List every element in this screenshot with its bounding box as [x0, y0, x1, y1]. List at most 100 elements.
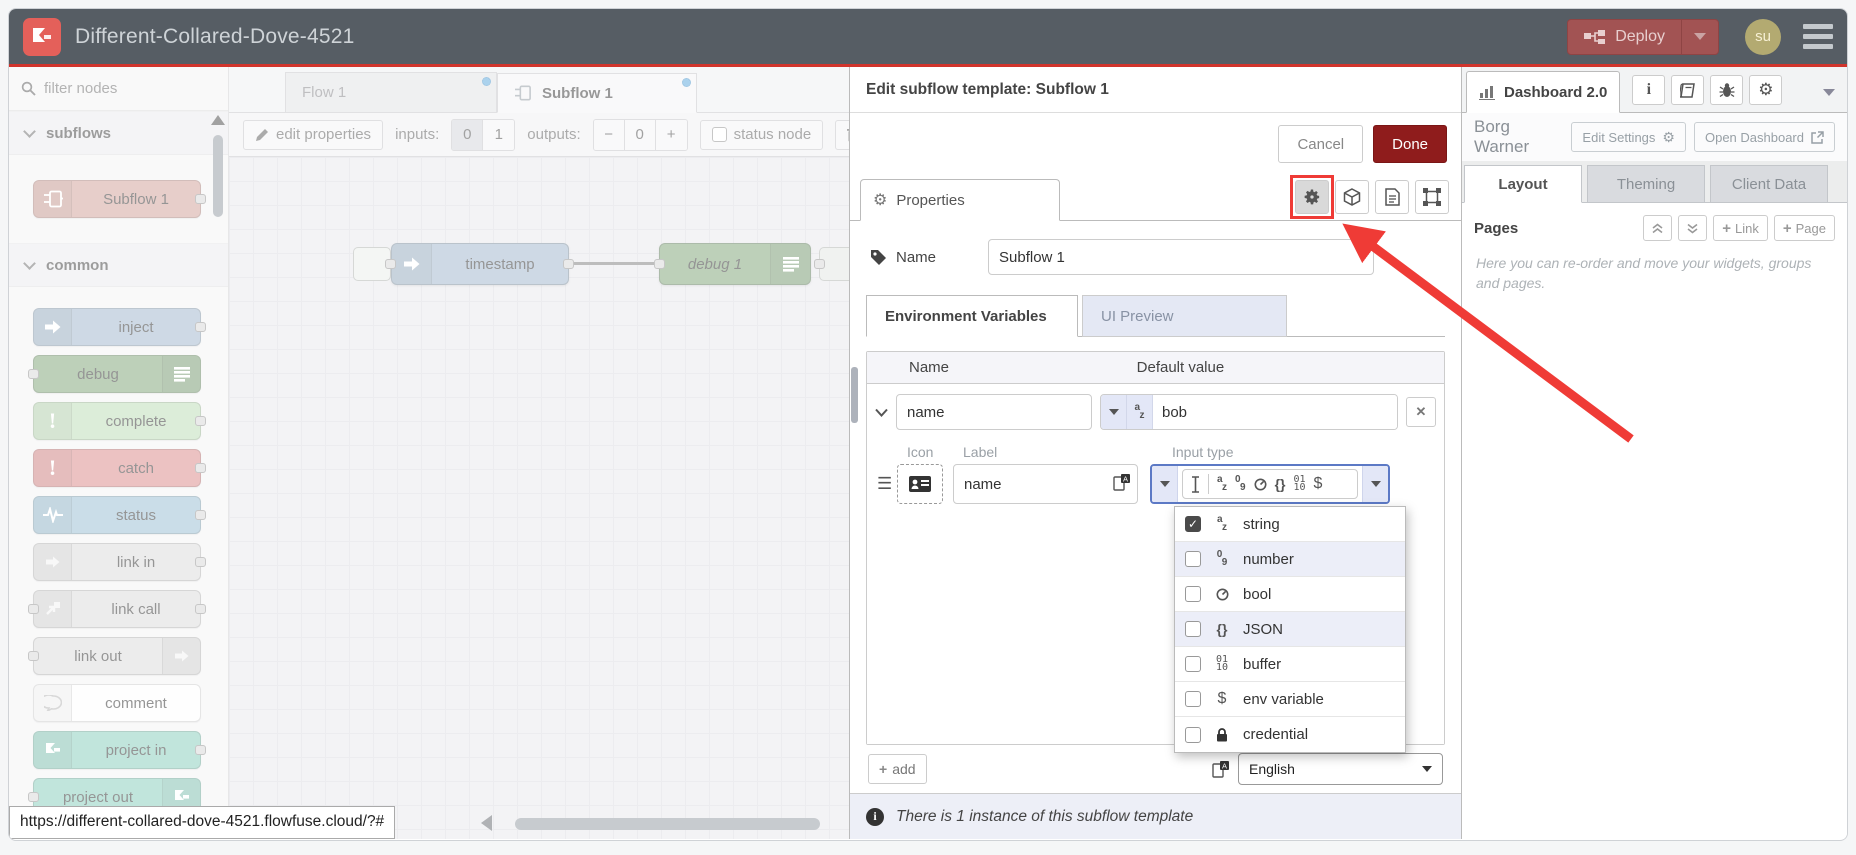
add-link-button[interactable]: + Link	[1713, 215, 1768, 241]
open-dashboard-button[interactable]: Open Dashboard	[1693, 122, 1835, 152]
edit-properties-button[interactable]: edit properties	[243, 119, 384, 150]
tab-layout[interactable]: Layout	[1464, 165, 1582, 203]
palette-node-status[interactable]: status	[33, 496, 206, 534]
input-type-dropdown-right[interactable]	[1362, 466, 1388, 502]
description-button[interactable]	[1375, 180, 1409, 214]
palette-node-debug[interactable]: debug	[28, 355, 201, 393]
help-tab-button[interactable]	[1671, 75, 1705, 105]
palette-section-common[interactable]: common	[9, 243, 228, 287]
output-port[interactable]	[195, 745, 206, 755]
add-page-button[interactable]: + Page	[1773, 215, 1835, 241]
palette-section-subflows[interactable]: subflows	[9, 111, 228, 155]
scroll-left-icon[interactable]	[481, 815, 492, 831]
deploy-button[interactable]: Deploy	[1567, 18, 1719, 55]
palette-node-link-out[interactable]: link out	[28, 637, 201, 675]
delete-subflow-button[interactable]: delete subflow	[835, 119, 849, 150]
flow-canvas[interactable]: timestamp debug 1	[229, 157, 849, 839]
menu-item-env-variable[interactable]: $ env variable	[1175, 682, 1405, 717]
scrollbar-thumb[interactable]	[213, 135, 223, 217]
input-port[interactable]	[654, 259, 665, 269]
menu-item-string[interactable]: ✓ az string	[1175, 507, 1405, 542]
outputs-decrease-button[interactable]: −	[593, 119, 625, 150]
deploy-options-caret[interactable]	[1681, 19, 1718, 54]
output-port[interactable]	[195, 463, 206, 473]
menu-item-json[interactable]: {} JSON	[1175, 612, 1405, 647]
expand-all-button[interactable]	[1678, 215, 1708, 241]
output-port[interactable]	[195, 416, 206, 426]
palette-node-project-in[interactable]: project in	[33, 731, 206, 769]
subflow-name-input[interactable]	[988, 239, 1374, 275]
dialog-scrollbar-thumb[interactable]	[851, 367, 858, 423]
checkbox[interactable]	[1185, 691, 1201, 707]
collapse-all-button[interactable]	[1643, 215, 1673, 241]
output-port[interactable]	[563, 259, 574, 269]
output-port[interactable]	[195, 604, 206, 614]
inputs-option-1[interactable]: 1	[483, 119, 515, 150]
palette-node-inject[interactable]: inject	[33, 308, 206, 346]
checkbox[interactable]	[1185, 551, 1201, 567]
palette-node-subflow-1[interactable]: Subflow 1	[33, 180, 206, 218]
input-port[interactable]	[28, 604, 39, 614]
menu-item-credential[interactable]: credential	[1175, 717, 1405, 752]
output-port[interactable]	[195, 194, 206, 204]
tab-flow-1[interactable]: Flow 1	[285, 72, 497, 112]
palette-node-link-in[interactable]: link in	[33, 543, 206, 581]
debug-tab-button[interactable]	[1710, 75, 1744, 105]
output-port[interactable]	[195, 322, 206, 332]
palette-scrollbar[interactable]	[210, 115, 226, 835]
palette-search[interactable]	[9, 67, 228, 111]
input-port[interactable]	[28, 369, 39, 379]
add-env-var-button[interactable]: + add	[868, 754, 927, 784]
edit-settings-button[interactable]: Edit Settings ⚙	[1571, 122, 1686, 152]
status-node-checkbox[interactable]	[711, 127, 727, 142]
palette-node-link-call[interactable]: link call	[28, 590, 206, 628]
checkbox[interactable]	[1185, 656, 1201, 672]
choose-icon-button[interactable]	[897, 464, 943, 504]
value-type-dropdown-button[interactable]	[1101, 395, 1127, 429]
palette-node-complete[interactable]: ! complete	[33, 402, 206, 440]
checkbox[interactable]	[1185, 586, 1201, 602]
output-port[interactable]	[195, 510, 206, 520]
tab-properties[interactable]: ⚙ Properties	[860, 179, 1060, 221]
remove-row-button[interactable]: ✕	[1406, 397, 1436, 427]
user-avatar[interactable]: su	[1745, 18, 1781, 55]
tab-theming[interactable]: Theming	[1587, 165, 1705, 203]
horizontal-scrollbar-thumb[interactable]	[515, 818, 820, 830]
input-type-field[interactable]: az 09 {} 01 10 $	[1182, 469, 1358, 499]
input-port[interactable]	[28, 792, 39, 802]
info-tab-button[interactable]: i	[1632, 75, 1666, 105]
checkbox[interactable]	[1185, 621, 1201, 637]
menu-item-bool[interactable]: bool	[1175, 577, 1405, 612]
env-var-name-input[interactable]	[896, 394, 1092, 430]
tab-client-data[interactable]: Client Data	[1710, 165, 1828, 203]
output-port[interactable]	[385, 259, 396, 269]
menu-item-number[interactable]: 09 number	[1175, 542, 1405, 577]
sidebar-options-caret[interactable]	[1823, 89, 1835, 96]
canvas-node-debug-1[interactable]: debug 1	[654, 243, 811, 285]
scroll-up-icon[interactable]	[211, 115, 225, 125]
subflow-output-stub[interactable]	[814, 247, 849, 281]
settings-tab-button[interactable]: ⚙	[1749, 75, 1783, 105]
input-type-dropdown-left[interactable]	[1152, 466, 1178, 502]
palette-node-catch[interactable]: ! catch	[33, 449, 206, 487]
module-properties-button[interactable]	[1335, 180, 1369, 214]
env-var-label-input[interactable]	[953, 464, 1138, 504]
subflow-input-stub[interactable]	[353, 247, 396, 281]
checkbox-checked[interactable]: ✓	[1185, 516, 1201, 532]
checkbox[interactable]	[1185, 726, 1201, 743]
drag-handle[interactable]: ☰	[877, 474, 897, 494]
tab-ui-preview[interactable]: UI Preview	[1082, 295, 1287, 337]
tab-subflow-1[interactable]: Subflow 1	[497, 73, 697, 113]
env-var-value-input[interactable]	[1153, 395, 1397, 429]
tab-environment-variables[interactable]: Environment Variables	[866, 295, 1078, 337]
done-button[interactable]: Done	[1373, 125, 1447, 163]
appearance-button[interactable]	[1415, 180, 1449, 214]
menu-item-buffer[interactable]: 01 10 buffer	[1175, 647, 1405, 682]
cancel-button[interactable]: Cancel	[1278, 125, 1364, 163]
collapse-caret-icon[interactable]	[875, 408, 888, 417]
filter-nodes-input[interactable]	[44, 80, 194, 97]
inputs-option-0[interactable]: 0	[452, 119, 484, 150]
input-port[interactable]	[814, 259, 825, 269]
outputs-increase-button[interactable]: +	[655, 119, 687, 150]
tab-dashboard-2[interactable]: Dashboard 2.0	[1466, 71, 1621, 113]
